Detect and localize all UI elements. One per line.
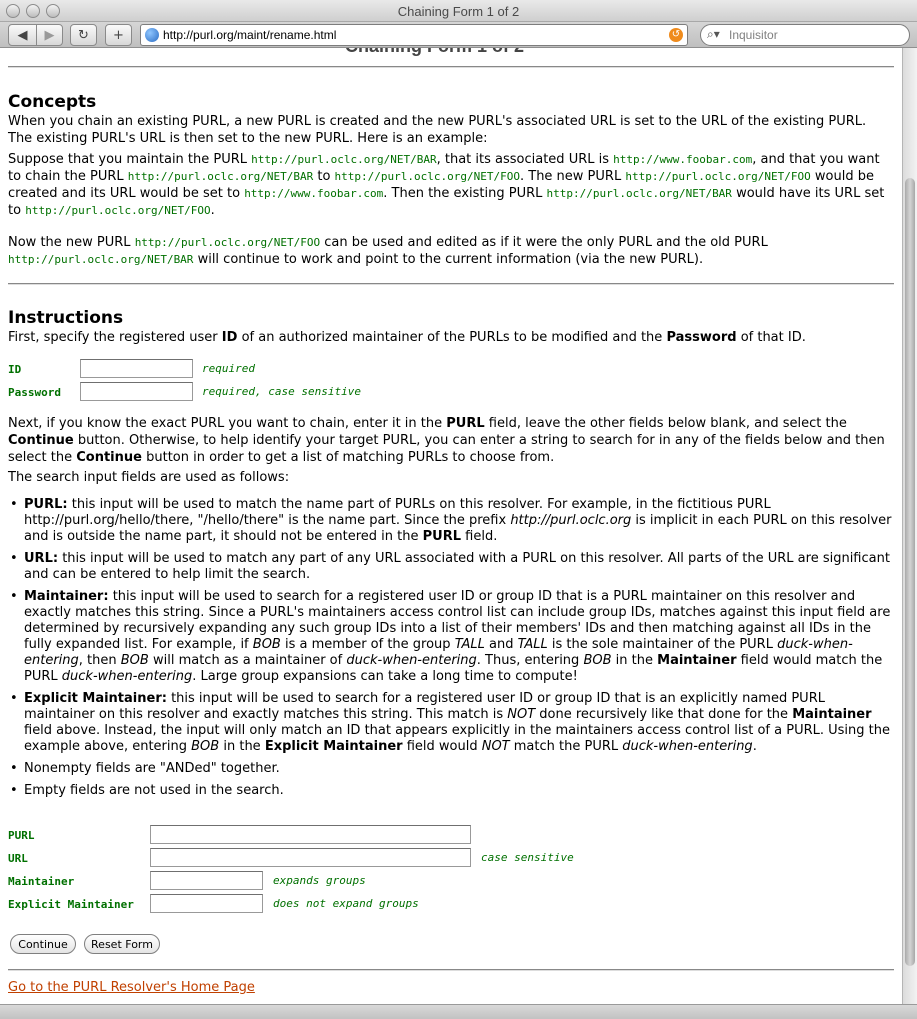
list-item: PURL: this input will be used to match t…: [8, 497, 894, 545]
scroll-thumb[interactable]: [905, 178, 915, 966]
explicit-maintainer-label: Explicit Maintainer: [8, 898, 134, 911]
search-fields-list: PURL: this input will be used to match t…: [8, 497, 894, 805]
instructions-next: Next, if you know the exact PURL you wan…: [8, 416, 885, 465]
list-item: Explicit Maintainer: this input will be …: [8, 691, 894, 755]
id-label: ID: [8, 363, 22, 376]
concepts-now: Now the new PURL http://purl.oclc.org/NE…: [8, 235, 768, 267]
url-search-input[interactable]: [150, 848, 471, 867]
url-label: URL: [8, 852, 28, 865]
search-placeholder: Inquisitor: [729, 28, 778, 42]
password-note: required, case sensitive: [202, 385, 361, 398]
status-bar: [0, 1004, 917, 1019]
id-note: required: [202, 362, 255, 375]
plus-icon: +: [113, 27, 124, 43]
maintainer-input[interactable]: [150, 871, 263, 890]
reload-icon: ↻: [78, 27, 89, 43]
concepts-example: Suppose that you maintain the PURL http:…: [8, 152, 885, 218]
instructions-first: First, specify the registered user ID of…: [8, 330, 806, 345]
snapback-icon[interactable]: ↺: [669, 28, 683, 42]
window-title: Chaining Form 1 of 2: [397, 4, 520, 19]
password-input[interactable]: [80, 382, 193, 401]
url-note: case sensitive: [481, 851, 574, 864]
instructions-heading: Instructions: [8, 308, 124, 328]
reload-button[interactable]: ↻: [70, 24, 97, 46]
search-intro: The search input fields are used as foll…: [8, 470, 290, 485]
back-button[interactable]: ◀: [8, 24, 37, 46]
list-item: Empty fields are not used in the search.: [8, 783, 894, 799]
divider: [8, 283, 894, 285]
purl-bar-code: http://purl.oclc.org/NET/BAR: [251, 153, 437, 166]
home-page-link[interactable]: Go to the PURL Resolver's Home Page: [8, 980, 255, 995]
search-bar[interactable]: ⌕▾ Inquisitor: [700, 24, 910, 46]
concepts-heading: Concepts: [8, 92, 97, 112]
list-item: URL: this input will be used to match an…: [8, 551, 894, 583]
address-bar[interactable]: http://purl.org/maint/rename.html ↺: [140, 24, 688, 46]
reset-form-button[interactable]: Reset Form: [84, 934, 160, 954]
id-input[interactable]: [80, 359, 193, 378]
arrow-left-icon: ◀: [17, 27, 28, 43]
explicit-maintainer-note: does not expand groups: [273, 897, 419, 910]
add-bookmark-button[interactable]: +: [105, 24, 132, 46]
arrow-right-icon: ▶: [44, 27, 55, 43]
divider: [8, 969, 894, 971]
list-item: Nonempty fields are "ANDed" together.: [8, 761, 894, 777]
explicit-maintainer-input[interactable]: [150, 894, 263, 913]
globe-icon: [145, 28, 159, 42]
page-title: Chaining Form 1 of 2: [345, 48, 524, 57]
vertical-scrollbar[interactable]: [902, 48, 917, 1004]
divider: [8, 66, 894, 68]
web-page: Chaining Form 1 of 2 Concepts When you c…: [0, 48, 902, 1004]
password-label: Password: [8, 386, 61, 399]
browser-toolbar: ◀ ▶ ↻ + http://purl.org/maint/rename.htm…: [0, 22, 917, 48]
forward-button[interactable]: ▶: [36, 24, 63, 46]
continue-button[interactable]: Continue: [10, 934, 76, 954]
purl-label: PURL: [8, 829, 35, 842]
concepts-intro: When you chain an existing PURL, a new P…: [8, 114, 867, 146]
maintainer-label: Maintainer: [8, 875, 75, 888]
list-item: Maintainer: this input will be used to s…: [8, 589, 894, 685]
maintainer-note: expands groups: [273, 874, 366, 887]
foobar-code: http://www.foobar.com: [613, 153, 753, 166]
address-url[interactable]: http://purl.org/maint/rename.html: [163, 28, 336, 42]
search-icon: ⌕▾: [707, 27, 720, 41]
purl-foo-code: http://purl.oclc.org/NET/FOO: [334, 170, 520, 183]
title-bar: Chaining Form 1 of 2: [0, 0, 917, 22]
purl-search-input[interactable]: [150, 825, 471, 844]
